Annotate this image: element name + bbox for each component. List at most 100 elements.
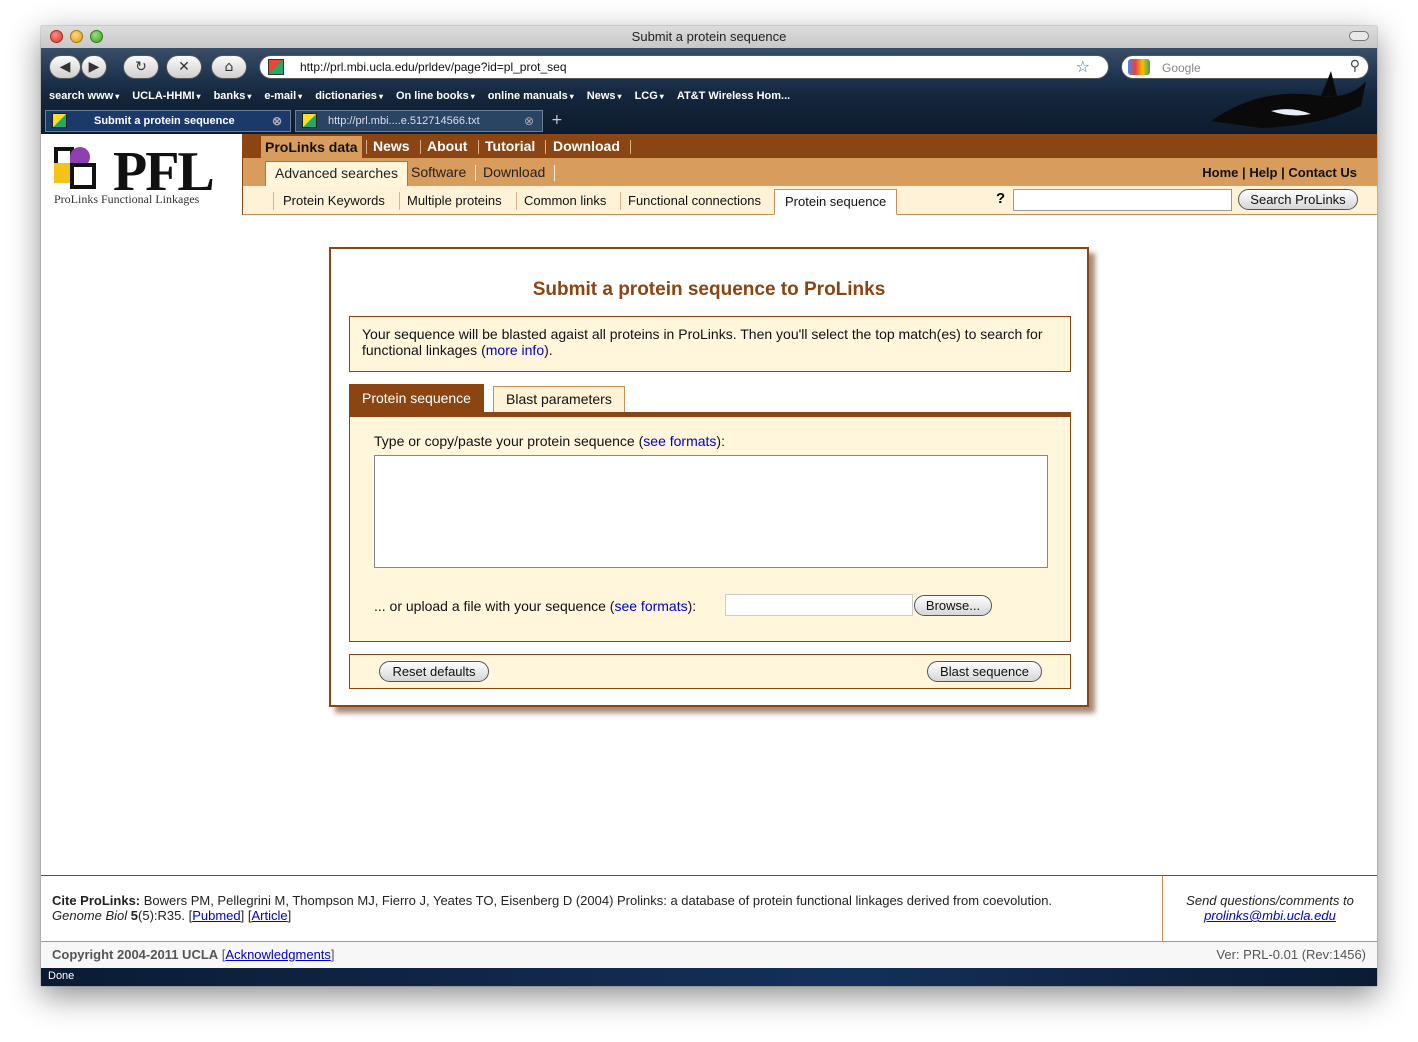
home-button[interactable]: ⌂ <box>211 55 247 79</box>
nav-prolinks-data[interactable]: ProLinks data <box>261 136 362 158</box>
google-icon <box>1128 59 1150 75</box>
tab-favicon-icon <box>52 113 67 128</box>
tab-common-links[interactable]: Common links <box>524 193 606 208</box>
reload-button[interactable]: ↻ <box>123 55 159 79</box>
browser-tab-strip: Submit a protein sequence ⊗ http://prl.m… <box>41 110 1377 134</box>
desktop-background: Submit a protein sequence ◀ ▶ ↻ ✕ ⌂ http… <box>0 0 1418 1042</box>
toolbar-toggle-button[interactable] <box>1349 31 1369 41</box>
new-tab-icon[interactable]: + <box>551 112 563 128</box>
cite-text: Bowers PM, Pellegrini M, Thompson MJ, Fi… <box>143 893 1053 908</box>
nav-tutorial[interactable]: Tutorial <box>485 138 535 154</box>
bookmark-item[interactable]: LCG ▾ <box>635 90 664 106</box>
tab-protein-sequence[interactable]: Protein sequence <box>774 189 898 215</box>
bookmark-item[interactable]: AT&T Wireless Hom... <box>677 90 790 106</box>
url-text: http://prl.mbi.ucla.edu/prldev/page?id=p… <box>300 60 567 74</box>
more-info-link[interactable]: more info <box>486 342 544 358</box>
logo[interactable]: PFL ProLinks Functional Linkages <box>41 134 243 215</box>
article-link[interactable]: Article <box>251 908 287 923</box>
tertiary-nav: Protein Keywords Multiple proteins Commo… <box>243 186 1377 215</box>
tab-protein-keywords[interactable]: Protein Keywords <box>283 193 385 208</box>
citation: Cite ProLinks: Bowers PM, Pellegrini M, … <box>41 875 1163 941</box>
bookmark-item[interactable]: e-mail ▾ <box>264 90 302 106</box>
address-bar[interactable]: http://prl.mbi.ucla.edu/prldev/page?id=p… <box>259 55 1109 79</box>
separator: | <box>1281 165 1285 180</box>
bookmark-star-icon[interactable]: ☆ <box>1076 57 1090 76</box>
pubmed-link[interactable]: Pubmed <box>192 908 240 923</box>
primary-nav: ProLinks data News About Tutorial Downlo… <box>243 134 1377 158</box>
site-favicon-icon <box>268 59 284 75</box>
contact-link[interactable]: Contact Us <box>1288 165 1357 180</box>
help-link[interactable]: Help <box>1249 165 1277 180</box>
sequence-label: Type or copy/paste your protein sequence… <box>374 433 725 449</box>
home-link[interactable]: Home <box>1202 165 1238 180</box>
info-box: Your sequence will be blasted agaist all… <box>349 316 1071 372</box>
stop-button[interactable]: ✕ <box>166 55 202 79</box>
tab-advanced-searches[interactable]: Advanced searches <box>265 161 408 186</box>
close-window-button[interactable] <box>50 30 63 43</box>
tab-label: Submit a protein sequence <box>94 115 235 127</box>
form-actions: Reset defaults Blast sequence <box>349 654 1071 689</box>
prolinks-search-input[interactable] <box>1013 189 1232 211</box>
separator: | <box>1242 165 1246 180</box>
bookmark-item[interactable]: News ▾ <box>587 90 622 106</box>
browser-chrome: Submit a protein sequence ◀ ▶ ↻ ✕ ⌂ http… <box>41 26 1377 134</box>
bookmark-item[interactable]: dictionaries ▾ <box>315 90 383 106</box>
page-title: Submit a protein sequence to ProLinks <box>532 279 886 300</box>
tab-protein-sequence-form[interactable]: Protein sequence <box>349 384 484 413</box>
help-question-mark[interactable]: ? <box>996 190 1005 207</box>
copyright-text: Copyright 2004-2011 UCLA <box>52 947 219 962</box>
upload-file-field[interactable] <box>725 594 913 616</box>
sequence-form: Type or copy/paste your protein sequence… <box>349 412 1071 642</box>
close-tab-icon[interactable]: ⊗ <box>272 111 282 131</box>
contact-email-link[interactable]: prolinks@mbi.ucla.edu <box>1204 908 1336 923</box>
tab-software[interactable]: Software <box>411 164 466 180</box>
tab-download[interactable]: Download <box>483 164 545 180</box>
zoom-window-button[interactable] <box>90 30 103 43</box>
bookmark-item[interactable]: banks ▾ <box>214 90 252 106</box>
tab-favicon-icon <box>302 113 317 128</box>
tab-functional-connections[interactable]: Functional connections <box>628 193 761 208</box>
see-formats-link[interactable]: see formats <box>614 598 687 614</box>
sequence-textarea[interactable] <box>374 455 1048 568</box>
contact-info: Send questions/comments to prolinks@mbi.… <box>1163 875 1377 941</box>
info-text: Your sequence will be blasted agaist all… <box>362 326 1043 358</box>
see-formats-link[interactable]: see formats <box>643 433 716 449</box>
reset-defaults-button[interactable]: Reset defaults <box>379 661 489 682</box>
browser-window: Submit a protein sequence ◀ ▶ ↻ ✕ ⌂ http… <box>41 26 1377 986</box>
upload-label: ... or upload a file with your sequence … <box>374 598 697 614</box>
blast-sequence-button[interactable]: Blast sequence <box>927 661 1042 682</box>
version-text: Ver: PRL-0.01 (Rev:1456) <box>1216 947 1366 962</box>
acknowledgments-link[interactable]: Acknowledgments <box>225 947 331 962</box>
nav-about[interactable]: About <box>427 138 467 154</box>
journal-issue: (5):R35. <box>138 908 185 923</box>
back-button[interactable]: ◀ <box>49 55 81 79</box>
browse-button[interactable]: Browse... <box>914 595 992 616</box>
contact-text: Send questions/comments to <box>1186 893 1354 908</box>
journal-name: Genome Biol <box>52 908 128 923</box>
search-prolinks-button[interactable]: Search ProLinks <box>1238 189 1358 210</box>
bookmark-item[interactable]: search www ▾ <box>49 90 119 106</box>
browser-tab[interactable]: http://prl.mbi....e.512714566.txt ⊗ <box>295 110 543 132</box>
copyright-bar: Copyright 2004-2011 UCLA [Acknowledgment… <box>41 941 1377 968</box>
utility-links: Home | Help | Contact Us <box>1202 165 1357 180</box>
nav-news[interactable]: News <box>373 138 410 154</box>
browser-tab[interactable]: Submit a protein sequence ⊗ <box>45 110 291 132</box>
submit-panel: Submit a protein sequence to ProLinks Yo… <box>329 247 1089 707</box>
minimize-window-button[interactable] <box>70 30 83 43</box>
journal-volume: 5 <box>130 908 139 923</box>
logo-subtitle: ProLinks Functional Linkages <box>54 192 200 206</box>
info-text-end: ). <box>544 342 553 358</box>
bookmark-item[interactable]: UCLA-HHMI ▾ <box>132 90 200 106</box>
window-title: Submit a protein sequence <box>631 29 787 44</box>
status-text: Done <box>48 970 75 982</box>
tab-blast-parameters[interactable]: Blast parameters <box>493 386 625 413</box>
nav-download[interactable]: Download <box>553 138 620 154</box>
forward-button[interactable]: ▶ <box>81 55 107 79</box>
bookmark-item[interactable]: online manuals ▾ <box>488 90 574 106</box>
close-tab-icon[interactable]: ⊗ <box>524 111 534 131</box>
tab-multiple-proteins[interactable]: Multiple proteins <box>407 193 502 208</box>
cite-label: Cite ProLinks: <box>52 893 141 908</box>
search-placeholder: Google <box>1162 61 1201 75</box>
bookmark-item[interactable]: On line books ▾ <box>396 90 475 106</box>
bookmarks-bar: search www ▾ UCLA-HHMI ▾ banks ▾ e-mail ▾ di… <box>49 90 803 106</box>
